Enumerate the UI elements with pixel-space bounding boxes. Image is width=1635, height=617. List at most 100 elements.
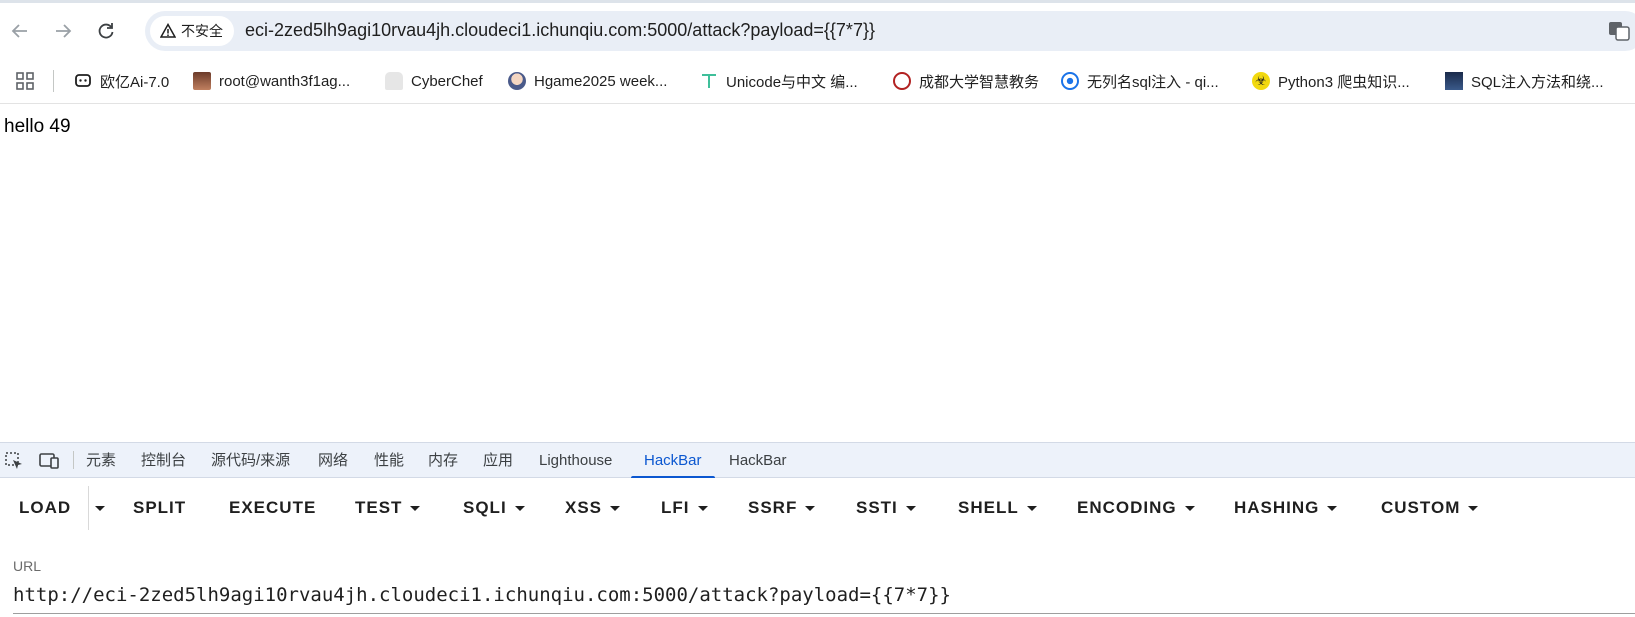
translate-icon[interactable] — [1607, 19, 1631, 48]
bookmark-label: SQL注入方法和绕... — [1471, 73, 1604, 91]
chef-hat-icon — [385, 72, 403, 90]
button-label: XSS — [565, 498, 603, 517]
chevron-down-icon — [410, 505, 421, 511]
button-label: HASHING — [1234, 498, 1320, 517]
button-label: ENCODING — [1077, 498, 1177, 517]
bookmarks-bar: 欧亿Ai-7.0 root@wanth3f1ag... CyberChef Hg… — [0, 61, 1635, 104]
button-label: SPLIT — [133, 498, 187, 517]
bookmark-item[interactable]: 成都大学智慧教务 — [893, 68, 1039, 94]
button-label: SSRF — [748, 498, 798, 517]
button-label: LOAD — [19, 498, 72, 517]
chevron-down-icon — [514, 505, 525, 511]
ssrf-menu-button[interactable]: SSRF — [748, 494, 816, 522]
bookmark-label: Hgame2025 week... — [534, 72, 668, 90]
tab-elements[interactable]: 元素 — [86, 443, 116, 478]
biohazard-icon: ☣ — [1252, 72, 1270, 90]
button-label: SQLI — [463, 498, 507, 517]
tab-console[interactable]: 控制台 — [141, 443, 186, 478]
toolbar-divider — [73, 451, 74, 469]
bookmark-item[interactable]: ☣ Python3 爬虫知识... — [1252, 68, 1410, 94]
blue-circle-icon — [1061, 72, 1079, 90]
avatar-icon — [193, 72, 211, 90]
chevron-down-icon — [1327, 505, 1338, 511]
chevron-down-icon — [697, 505, 708, 511]
chat-bubble-icon — [74, 72, 92, 90]
bookmark-item[interactable]: 欧亿Ai-7.0 — [74, 68, 169, 94]
bookmark-item[interactable]: 无列名sql注入 - qi... — [1061, 68, 1219, 94]
tab-sources[interactable]: 源代码/来源 — [211, 443, 290, 478]
sqli-menu-button[interactable]: SQLI — [463, 494, 525, 522]
url-field-label: URL — [13, 558, 42, 574]
back-button[interactable] — [6, 17, 34, 45]
load-divider — [88, 486, 89, 530]
ssti-menu-button[interactable]: SSTI — [856, 494, 916, 522]
load-dropdown-button[interactable] — [95, 494, 105, 522]
bookmark-item[interactable]: SQL注入方法和绕... — [1445, 68, 1604, 94]
load-button[interactable]: LOAD — [19, 494, 71, 522]
address-bar[interactable]: 不安全 eci-2zed5lh9agi10rvau4jh.cloudeci1.i… — [145, 11, 1635, 51]
university-seal-icon — [893, 72, 911, 90]
arrow-right-icon — [56, 24, 72, 38]
button-label: LFI — [661, 498, 690, 517]
lfi-menu-button[interactable]: LFI — [661, 494, 708, 522]
thumbnail-icon — [1445, 72, 1463, 90]
bookmark-label: root@wanth3f1ag... — [219, 72, 351, 90]
tab-lighthouse[interactable]: Lighthouse — [539, 443, 612, 478]
custom-menu-button[interactable]: CUSTOM — [1381, 494, 1479, 522]
devtools-tabbar: 元素 控制台 源代码/来源 网络 性能 内存 应用 Lighthouse Hac… — [0, 442, 1635, 479]
tab-memory[interactable]: 内存 — [428, 443, 458, 478]
browser-toolbar: 不安全 eci-2zed5lh9agi10rvau4jh.cloudeci1.i… — [0, 0, 1635, 61]
bookmark-label: Unicode与中文 编... — [726, 73, 858, 91]
arrow-left-icon — [11, 24, 27, 38]
security-indicator[interactable]: 不安全 — [150, 16, 234, 46]
bookmark-label: 欧亿Ai-7.0 — [100, 73, 170, 91]
tab-strip-edge — [0, 0, 1635, 3]
chevron-down-icon — [1468, 505, 1479, 511]
button-label: CUSTOM — [1381, 498, 1461, 517]
bookmark-label: Python3 爬虫知识... — [1278, 73, 1410, 91]
tab-application[interactable]: 应用 — [483, 443, 513, 478]
page-response-text: hello 49 — [4, 116, 71, 137]
tab-network[interactable]: 网络 — [318, 443, 348, 478]
forward-button[interactable] — [49, 17, 77, 45]
encoding-menu-button[interactable]: ENCODING — [1077, 494, 1195, 522]
chevron-down-icon — [610, 505, 621, 511]
chevron-down-icon — [805, 505, 816, 511]
xss-menu-button[interactable]: XSS — [565, 494, 621, 522]
tab-hackbar-active[interactable]: HackBar — [631, 443, 714, 479]
tab-hackbar[interactable]: HackBar — [729, 443, 787, 478]
device-toolbar-button[interactable] — [38, 451, 60, 476]
chevron-down-icon — [1184, 505, 1195, 511]
bookmark-label: CyberChef — [411, 72, 483, 90]
bookmark-item[interactable]: Hgame2025 week... — [508, 68, 667, 94]
apps-button[interactable] — [15, 68, 35, 94]
bookmark-label: 无列名sql注入 - qi... — [1087, 73, 1219, 91]
chevron-down-icon — [1026, 505, 1037, 511]
inspect-element-button[interactable] — [4, 451, 24, 476]
bookmark-item[interactable]: root@wanth3f1ag... — [193, 68, 350, 94]
address-text[interactable]: eci-2zed5lh9agi10rvau4jh.cloudeci1.ichun… — [245, 20, 875, 41]
apps-grid-icon — [16, 72, 34, 90]
button-label: EXECUTE — [229, 498, 317, 517]
bookmarks-separator — [53, 70, 54, 92]
device-icon — [39, 453, 59, 469]
bookmark-item[interactable]: Unicode与中文 编... — [700, 68, 858, 94]
t-logo-icon — [700, 72, 718, 90]
button-label: SHELL — [958, 498, 1019, 517]
execute-button[interactable]: EXECUTE — [229, 494, 316, 522]
warning-triangle-icon — [160, 23, 176, 38]
button-label: TEST — [355, 498, 403, 517]
url-input[interactable]: http://eci-2zed5lh9agi10rvau4jh.cloudeci… — [13, 584, 1635, 614]
tab-performance[interactable]: 性能 — [374, 443, 404, 478]
button-label: SSTI — [856, 498, 898, 517]
inspect-cursor-icon — [5, 452, 22, 469]
shell-menu-button[interactable]: SHELL — [958, 494, 1037, 522]
split-button[interactable]: SPLIT — [133, 494, 186, 522]
reload-button[interactable] — [92, 17, 120, 45]
hashing-menu-button[interactable]: HASHING — [1234, 494, 1338, 522]
bookmark-label: 成都大学智慧教务 — [919, 73, 1040, 91]
reload-icon — [98, 23, 114, 39]
chevron-down-icon — [905, 505, 916, 511]
bookmark-item[interactable]: CyberChef — [385, 68, 483, 94]
test-menu-button[interactable]: TEST — [355, 494, 421, 522]
